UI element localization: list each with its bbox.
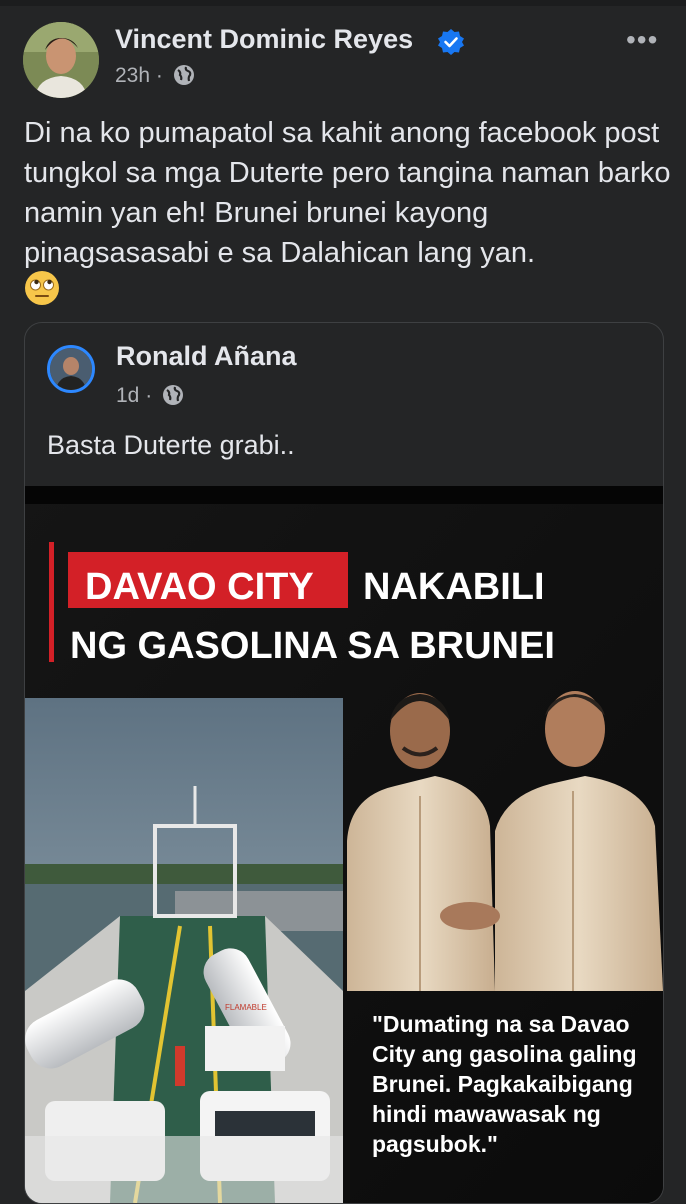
shared-post-meta: 1d · xyxy=(116,384,184,408)
post-timestamp[interactable]: 23h xyxy=(115,64,150,87)
author-avatar[interactable] xyxy=(23,22,99,98)
shared-timestamp[interactable]: 1d xyxy=(116,384,139,407)
shared-author-avatar[interactable] xyxy=(47,345,95,393)
more-options-button[interactable]: ••• xyxy=(626,24,658,56)
quote-line: City ang gasolina galing xyxy=(372,1041,637,1067)
top-divider xyxy=(0,0,686,6)
author-name[interactable]: Vincent Dominic Reyes xyxy=(115,24,413,55)
quote-line: "Dumating na sa Davao xyxy=(372,1011,630,1037)
shared-post-text: Basta Duterte grabi.. xyxy=(47,430,295,460)
quote-line: hindi mawawasak ng xyxy=(372,1101,601,1127)
headline-line2: NG GASOLINA SA BRUNEI xyxy=(70,625,555,667)
post-text: Di na ko pumapatol sa kahit anong facebo… xyxy=(24,117,671,269)
rolling-eyes-emoji-icon xyxy=(25,271,59,305)
tanker-label: FLAMABLE xyxy=(225,1003,267,1012)
post-meta: 23h · xyxy=(115,64,195,88)
shared-author-name[interactable]: Ronald Añana xyxy=(116,341,297,372)
ferry-photo: FLAMABLE xyxy=(25,698,343,1203)
verified-badge-icon xyxy=(438,29,464,55)
globe-icon xyxy=(163,385,184,405)
shared-post-image[interactable]: DAVAO CITY NAKABILI NG GASOLINA SA BRUNE… xyxy=(25,486,663,1203)
shared-post-card[interactable]: Ronald Añana 1d · Basta Duterte grabi.. xyxy=(24,322,664,1204)
globe-icon xyxy=(173,65,194,85)
meta-separator: · xyxy=(145,384,153,407)
headline-rest: NAKABILI xyxy=(363,566,545,608)
meta-separator: · xyxy=(155,64,163,87)
headline-highlight: DAVAO CITY xyxy=(85,566,314,608)
quote-line: Brunei. Pagkakaibigang xyxy=(372,1071,633,1097)
headline-accent-bar xyxy=(49,542,54,662)
quote-line: pagsubok." xyxy=(372,1131,498,1157)
